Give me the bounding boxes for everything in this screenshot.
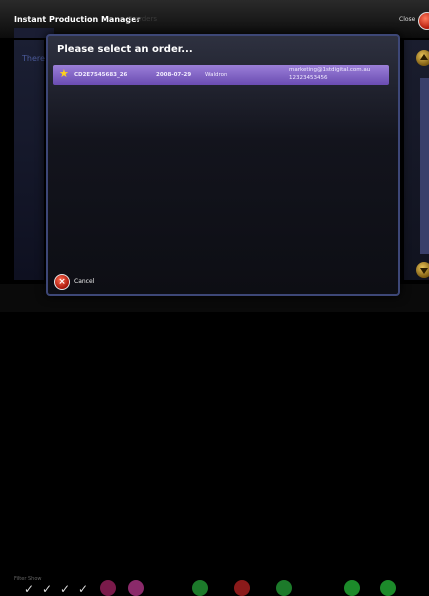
order-customer: Waldron: [205, 72, 228, 78]
title-bar: Instant Production Manager 3 orders Clos…: [0, 0, 429, 38]
cancel-label: Cancel: [74, 278, 95, 285]
close-label[interactable]: Close: [399, 16, 415, 23]
order-select-dialog: Please select an order... ★ CD2E7545683_…: [46, 34, 400, 296]
order-id: CD2E7545683_26: [74, 72, 128, 78]
order-list[interactable]: ★ CD2E7545683_26 2008-07-29 Waldron mark…: [53, 65, 389, 293]
background-text: There: [22, 54, 45, 63]
scroll-down-icon[interactable]: [416, 262, 429, 278]
toolbar-next-button[interactable]: [380, 580, 396, 596]
order-count: 3 orders: [128, 15, 157, 23]
toolbar-star-button[interactable]: [276, 580, 292, 596]
toolbar-button[interactable]: [128, 580, 144, 596]
check-icon[interactable]: ✓: [60, 582, 70, 596]
check-icon[interactable]: ✓: [24, 582, 34, 596]
order-row[interactable]: ★ CD2E7545683_26 2008-07-29 Waldron mark…: [53, 65, 389, 85]
toolbar-delete-button[interactable]: [234, 580, 250, 596]
background-panel-left: [14, 40, 44, 280]
toolbar-star-button[interactable]: [192, 580, 208, 596]
check-icon[interactable]: ✓: [78, 582, 88, 596]
app-title: Instant Production Manager: [14, 15, 141, 24]
cancel-icon: ×: [54, 274, 70, 290]
check-icon[interactable]: ✓: [42, 582, 52, 596]
toolbar-button[interactable]: [100, 580, 116, 596]
dialog-title: Please select an order...: [57, 44, 193, 55]
order-phone: 12323453456: [289, 75, 328, 81]
cancel-button[interactable]: × Cancel: [54, 274, 102, 290]
scroll-track[interactable]: [420, 78, 429, 254]
order-email: marketing@1stdigital.com.au: [289, 67, 371, 73]
order-date: 2008-07-29: [156, 72, 192, 78]
star-icon: ★: [59, 67, 69, 80]
close-icon[interactable]: [418, 12, 429, 30]
scroll-up-icon[interactable]: [416, 50, 429, 66]
toolbar-play-button[interactable]: [344, 580, 360, 596]
